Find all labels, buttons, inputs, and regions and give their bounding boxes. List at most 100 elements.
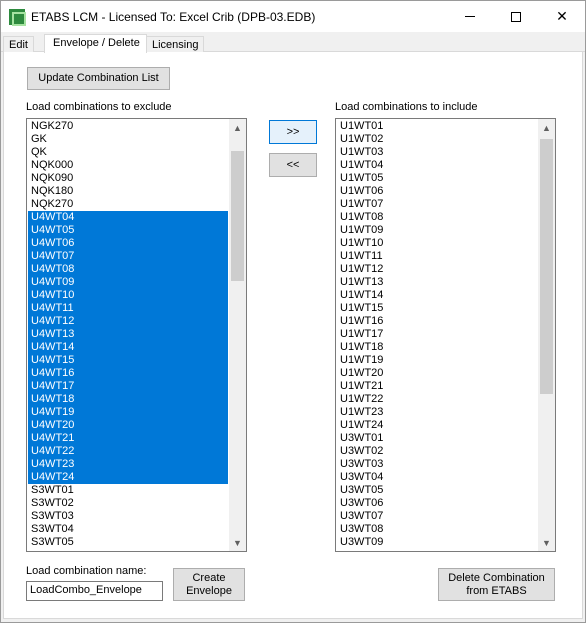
list-item[interactable]: NQK270 <box>28 198 228 211</box>
list-item[interactable]: NQK180 <box>28 185 228 198</box>
list-item[interactable]: NGK270 <box>28 120 228 133</box>
list-item[interactable]: U1WT05 <box>337 172 537 185</box>
list-item[interactable]: U3WT02 <box>337 445 537 458</box>
list-item[interactable]: U4WT18 <box>28 393 228 406</box>
list-item[interactable]: U4WT22 <box>28 445 228 458</box>
list-item[interactable]: U1WT02 <box>337 133 537 146</box>
list-item[interactable]: U1WT20 <box>337 367 537 380</box>
list-item[interactable]: U1WT11 <box>337 250 537 263</box>
list-item[interactable]: GK <box>28 133 228 146</box>
list-item[interactable]: U1WT18 <box>337 341 537 354</box>
list-item[interactable]: U1WT12 <box>337 263 537 276</box>
window-title: ETABS LCM - Licensed To: Excel Crib (DPB… <box>31 9 316 24</box>
include-items: U1WT01 U1WT02 U1WT03 U1WT04 U1WT05 U1WT06 U1WT… <box>337 120 537 549</box>
list-item[interactable]: U1WT04 <box>337 159 537 172</box>
list-item[interactable]: U4WT04 <box>28 211 228 224</box>
list-item[interactable]: U4WT06 <box>28 237 228 250</box>
exclude-listbox[interactable]: NGK270 GK QK NQK000 NQK090 NQK180 NQK270 U4WT04… <box>26 118 247 552</box>
list-item[interactable]: U4WT13 <box>28 328 228 341</box>
list-item[interactable]: U4WT24 <box>28 471 228 484</box>
list-item[interactable]: U1WT08 <box>337 211 537 224</box>
list-item[interactable]: U3WT06 <box>337 497 537 510</box>
create-envelope-button[interactable]: Create Envelope <box>173 568 245 601</box>
list-item[interactable]: U4WT19 <box>28 406 228 419</box>
list-item[interactable]: U1WT23 <box>337 406 537 419</box>
list-item[interactable]: S3WT02 <box>28 497 228 510</box>
list-item[interactable]: U3WT03 <box>337 458 537 471</box>
list-item[interactable]: U4WT15 <box>28 354 228 367</box>
list-item[interactable]: U1WT15 <box>337 302 537 315</box>
list-item[interactable]: U4WT10 <box>28 289 228 302</box>
include-label: Load combinations to include <box>335 101 478 113</box>
envelope-panel: Update Combination List Load combination… <box>3 52 583 619</box>
list-item[interactable]: U4WT08 <box>28 263 228 276</box>
list-item[interactable]: U1WT01 <box>337 120 537 133</box>
list-item[interactable]: U4WT05 <box>28 224 228 237</box>
scroll-down-icon[interactable]: ▼ <box>538 534 555 551</box>
list-item[interactable]: U1WT17 <box>337 328 537 341</box>
include-scrollbar[interactable]: ▲ ▼ <box>538 119 555 551</box>
list-item[interactable]: S3WT05 <box>28 536 228 549</box>
list-item[interactable]: U4WT07 <box>28 250 228 263</box>
list-item[interactable]: U4WT17 <box>28 380 228 393</box>
list-item[interactable]: NQK090 <box>28 172 228 185</box>
update-combination-list-button[interactable]: Update Combination List <box>27 67 170 90</box>
list-item[interactable]: U4WT21 <box>28 432 228 445</box>
scroll-thumb[interactable] <box>231 151 244 281</box>
scroll-up-icon[interactable]: ▲ <box>538 119 555 136</box>
list-item[interactable]: U4WT20 <box>28 419 228 432</box>
list-item[interactable]: U1WT14 <box>337 289 537 302</box>
list-item[interactable]: U1WT22 <box>337 393 537 406</box>
list-item[interactable]: U4WT09 <box>28 276 228 289</box>
remove-from-include-button[interactable]: << <box>269 153 317 177</box>
tab-strip: Edit Envelope / Delete Licensing <box>1 34 585 53</box>
tab-envelope-delete[interactable]: Envelope / Delete <box>44 34 147 53</box>
list-item[interactable]: U1WT10 <box>337 237 537 250</box>
tab-licensing[interactable]: Licensing <box>146 36 205 53</box>
list-item[interactable]: S3WT04 <box>28 523 228 536</box>
add-to-include-button[interactable]: >> <box>269 120 317 144</box>
list-item[interactable]: U3WT04 <box>337 471 537 484</box>
list-item[interactable]: U3WT09 <box>337 536 537 549</box>
tab-edit[interactable]: Edit <box>3 36 34 53</box>
list-item[interactable]: U3WT01 <box>337 432 537 445</box>
list-item[interactable]: U3WT05 <box>337 484 537 497</box>
maximize-icon <box>511 11 521 22</box>
app-icon <box>9 8 26 26</box>
list-item[interactable]: U1WT06 <box>337 185 537 198</box>
list-item[interactable]: U4WT23 <box>28 458 228 471</box>
list-item[interactable]: U1WT07 <box>337 198 537 211</box>
delete-combination-label-line1: Delete Combination <box>448 571 545 584</box>
list-item[interactable]: U4WT16 <box>28 367 228 380</box>
close-button[interactable]: ✕ <box>539 1 585 32</box>
list-item[interactable]: U1WT13 <box>337 276 537 289</box>
exclude-items: NGK270 GK QK NQK000 NQK090 NQK180 NQK270 U4WT04… <box>28 120 228 549</box>
list-item[interactable]: U4WT12 <box>28 315 228 328</box>
combo-name-input[interactable]: LoadCombo_Envelope <box>26 581 163 601</box>
list-item[interactable]: S3WT01 <box>28 484 228 497</box>
list-item[interactable]: U3WT07 <box>337 510 537 523</box>
list-item[interactable]: U4WT14 <box>28 341 228 354</box>
list-item[interactable]: S3WT03 <box>28 510 228 523</box>
title-bar: ETABS LCM - Licensed To: Excel Crib (DPB… <box>1 1 585 32</box>
list-item[interactable]: NQK000 <box>28 159 228 172</box>
list-item[interactable]: U1WT21 <box>337 380 537 393</box>
exclude-label: Load combinations to exclude <box>26 101 172 113</box>
list-item[interactable]: QK <box>28 146 228 159</box>
delete-combination-button[interactable]: Delete Combination from ETABS <box>438 568 555 601</box>
scroll-up-icon[interactable]: ▲ <box>229 119 246 136</box>
list-item[interactable]: U3WT08 <box>337 523 537 536</box>
exclude-scrollbar[interactable]: ▲ ▼ <box>229 119 246 551</box>
include-listbox[interactable]: U1WT01 U1WT02 U1WT03 U1WT04 U1WT05 U1WT06 U1WT… <box>335 118 556 552</box>
delete-combination-label-line2: from ETABS <box>466 584 527 597</box>
list-item[interactable]: U1WT16 <box>337 315 537 328</box>
maximize-button[interactable] <box>493 1 539 32</box>
list-item[interactable]: U4WT11 <box>28 302 228 315</box>
list-item[interactable]: U1WT19 <box>337 354 537 367</box>
list-item[interactable]: U1WT24 <box>337 419 537 432</box>
list-item[interactable]: U1WT09 <box>337 224 537 237</box>
minimize-button[interactable] <box>447 1 493 32</box>
list-item[interactable]: U1WT03 <box>337 146 537 159</box>
scroll-thumb[interactable] <box>540 139 553 394</box>
scroll-down-icon[interactable]: ▼ <box>229 534 246 551</box>
